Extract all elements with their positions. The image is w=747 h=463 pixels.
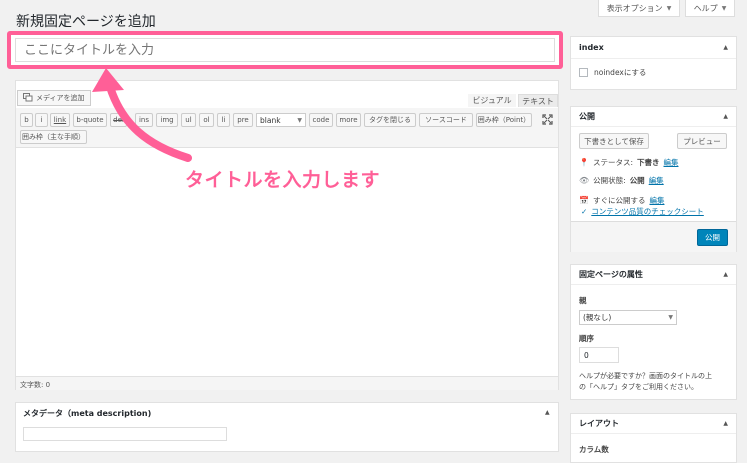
qt-box-steps-button[interactable]: 囲み枠（主な手順） bbox=[20, 130, 87, 144]
status-row: 📍 ステータス: 下書き 編集 bbox=[579, 157, 679, 168]
add-media-label: メディアを追加 bbox=[36, 94, 85, 102]
visibility-value: 公開 bbox=[629, 176, 645, 185]
preview-button[interactable]: プレビュー bbox=[677, 133, 727, 149]
index-box-title: index bbox=[579, 43, 604, 52]
visibility-row: 👁 公開状態: 公開 編集 bbox=[579, 175, 664, 186]
parent-select-value: (親なし) bbox=[583, 313, 612, 322]
publish-box: 公開 ▲ 下書きとして保存 プレビュー 📍 ステータス: 下書き 編集 👁 公開… bbox=[570, 106, 737, 252]
help-text-line1: ヘルプが必要ですか？画面のタイトルの上 bbox=[579, 372, 712, 380]
qt-source-code-button[interactable]: ソースコード bbox=[419, 113, 473, 127]
schedule-edit-link[interactable]: 編集 bbox=[649, 195, 664, 206]
page-title: 新規固定ページを追加 bbox=[16, 14, 156, 30]
index-box: index ▲ noindexにする bbox=[570, 36, 737, 90]
noindex-label: noindexにする bbox=[594, 68, 647, 77]
calendar-icon: 📅 bbox=[579, 196, 589, 205]
qt-link-button[interactable]: link bbox=[50, 113, 70, 127]
callout-text: タイトルを入力します bbox=[185, 169, 381, 191]
caret-down-icon: ▼ bbox=[666, 4, 672, 12]
help-button[interactable]: ヘルプ ▼ bbox=[685, 0, 735, 17]
layout-box: レイアウト ▲ カラム数 bbox=[570, 413, 737, 463]
collapse-toggle-icon[interactable]: ▲ bbox=[723, 420, 728, 427]
save-draft-button[interactable]: 下書きとして保存 bbox=[579, 133, 649, 149]
collapse-toggle-icon[interactable]: ▲ bbox=[723, 113, 728, 120]
collapse-toggle-icon[interactable]: ▲ bbox=[723, 44, 728, 51]
publish-actions: 公開 bbox=[571, 221, 736, 252]
status-edit-link[interactable]: 編集 bbox=[664, 157, 679, 168]
caret-down-icon: ▼ bbox=[721, 4, 727, 12]
qt-pre-button[interactable]: pre bbox=[233, 113, 253, 127]
media-icon bbox=[23, 92, 33, 104]
help-text-line2: の「ヘルプ」タブをご利用ください。 bbox=[579, 383, 698, 391]
check-icon: ✓ bbox=[581, 207, 588, 216]
schedule-row: 📅 すぐに公開する 編集 bbox=[579, 195, 664, 206]
arrow-annotation bbox=[92, 68, 192, 162]
title-highlight bbox=[7, 31, 563, 69]
qt-code-button[interactable]: code bbox=[309, 113, 333, 127]
status-value: 下書き bbox=[637, 158, 660, 167]
layout-box-title: レイアウト bbox=[579, 419, 619, 428]
screen-options-button[interactable]: 表示オプション ▼ bbox=[598, 0, 680, 17]
publish-button[interactable]: 公開 bbox=[697, 229, 728, 246]
caret-down-icon: ▼ bbox=[297, 116, 302, 124]
content-check-row: ✓ コンテンツ品質のチェックシート bbox=[581, 206, 704, 217]
meta-description-input[interactable] bbox=[23, 427, 227, 441]
parent-label: 親 bbox=[579, 296, 587, 305]
order-label: 順序 bbox=[579, 334, 594, 343]
qt-italic-button[interactable]: i bbox=[35, 113, 48, 127]
fullscreen-icon[interactable] bbox=[542, 114, 553, 128]
order-input[interactable]: 0 bbox=[579, 347, 619, 363]
format-select[interactable]: blank ▼ bbox=[256, 113, 306, 127]
caret-down-icon: ▼ bbox=[668, 314, 673, 321]
screen-options-label: 表示オプション bbox=[606, 3, 663, 13]
content-check-link[interactable]: コンテンツ品質のチェックシート bbox=[591, 206, 704, 217]
collapse-toggle-icon[interactable]: ▲ bbox=[723, 271, 728, 278]
visibility-label: 公開状態: bbox=[593, 176, 626, 185]
publish-box-title: 公開 bbox=[579, 112, 595, 121]
meta-box-title: メタデータ（meta description) bbox=[23, 409, 152, 418]
visibility-edit-link[interactable]: 編集 bbox=[649, 175, 664, 186]
qt-close-tags-button[interactable]: タグを閉じる bbox=[364, 113, 416, 127]
word-count: 文字数: 0 bbox=[16, 376, 558, 390]
eye-icon: 👁 bbox=[579, 176, 590, 185]
tab-visual[interactable]: ビジュアル bbox=[468, 94, 516, 107]
title-input[interactable] bbox=[15, 38, 555, 62]
qt-more-button[interactable]: more bbox=[336, 113, 361, 127]
pin-icon: 📍 bbox=[579, 158, 589, 167]
qt-bold-button[interactable]: b bbox=[20, 113, 33, 127]
qt-box-point-button[interactable]: 囲み枠（Point） bbox=[476, 113, 532, 127]
format-select-value: blank bbox=[260, 115, 281, 125]
attributes-box-title: 固定ページの属性 bbox=[579, 270, 643, 279]
parent-select[interactable]: (親なし) ▼ bbox=[579, 310, 677, 325]
tab-text[interactable]: テキスト bbox=[518, 94, 558, 107]
help-label: ヘルプ bbox=[693, 3, 718, 13]
status-label: ステータス: bbox=[592, 158, 633, 167]
schedule-value: すぐに公開する bbox=[592, 196, 646, 205]
page-attributes-box: 固定ページの属性 ▲ 親 (親なし) ▼ 順序 0 ヘルプが必要ですか？画面のタイ… bbox=[570, 264, 737, 400]
collapse-toggle-icon[interactable]: ▲ bbox=[545, 409, 550, 416]
noindex-checkbox[interactable] bbox=[579, 68, 588, 77]
columns-label: カラム数 bbox=[579, 445, 609, 454]
